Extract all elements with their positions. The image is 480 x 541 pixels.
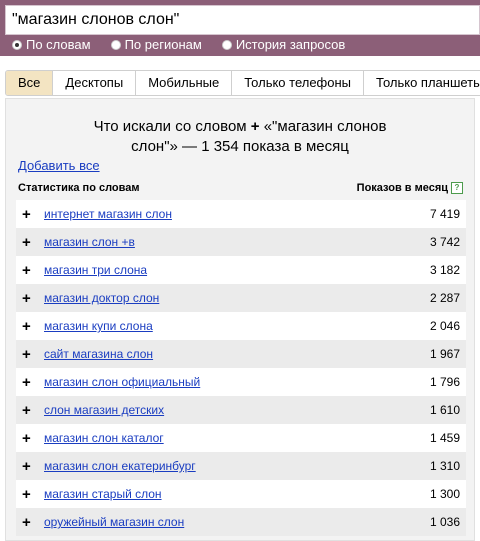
mode-by-words[interactable]: По словам	[12, 37, 91, 52]
tab-mobile[interactable]: Мобильные	[136, 71, 233, 95]
add-plus-icon[interactable]: +	[16, 374, 44, 391]
phrase-link[interactable]: оружейный магазин слон	[44, 515, 400, 529]
impressions-count: 1 967	[429, 347, 460, 361]
impressions-count: 1 036	[429, 515, 460, 529]
phrase-link[interactable]: магазин слон +в	[44, 235, 400, 249]
add-plus-icon[interactable]: +	[16, 234, 44, 251]
impressions-count: 1 796	[429, 375, 460, 389]
heading-query: «"магазин слонов	[263, 118, 387, 135]
impressions-count: 2 287	[429, 291, 460, 305]
phrase-link[interactable]: магазин доктор слон	[44, 291, 400, 305]
add-plus-icon[interactable]: +	[16, 458, 44, 475]
heading-line2: слон"» — 1 354 показа в месяц	[131, 138, 349, 155]
impressions-count: 1 310	[429, 459, 460, 473]
heading-prefix: Что искали со словом	[93, 118, 247, 135]
table-row: + магазин купи слона 2 046	[16, 312, 466, 340]
tab-all[interactable]: Все	[6, 71, 54, 95]
mode-history[interactable]: История запросов	[221, 37, 346, 52]
phrase-link[interactable]: магазин старый слон	[44, 487, 400, 501]
column-header-phrases: Статистика по словам	[18, 182, 140, 194]
add-plus-icon[interactable]: +	[16, 402, 44, 419]
impressions-count: 1 300	[429, 487, 460, 501]
table-row: + магазин слон екатеринбург 1 310	[16, 452, 466, 480]
mode-label: История запросов	[235, 37, 346, 52]
table-row: + магазин слон +в 3 742	[16, 228, 466, 256]
add-plus-icon[interactable]: +	[16, 318, 44, 335]
impressions-count: 1 459	[429, 431, 460, 445]
add-all-link[interactable]: Добавить все	[18, 158, 100, 173]
phrase-link[interactable]: магазин слон екатеринбург	[44, 459, 400, 473]
impressions-count: 1 610	[429, 403, 460, 417]
device-tabs: Все Десктопы Мобильные Только телефоны Т…	[5, 70, 480, 96]
radio-icon[interactable]	[221, 39, 232, 50]
radio-selected-icon[interactable]	[12, 39, 22, 50]
plus-icon: +	[250, 118, 260, 135]
phrase-link[interactable]: магазин слон каталог	[44, 431, 400, 445]
tab-tablets-only[interactable]: Только планшеты	[364, 71, 480, 95]
tab-desktops[interactable]: Десктопы	[53, 71, 137, 95]
table-row: + интернет магазин слон 7 419	[16, 200, 466, 228]
impressions-count: 7 419	[429, 207, 460, 221]
add-plus-icon[interactable]: +	[16, 486, 44, 503]
phrase-link[interactable]: магазин купи слона	[44, 319, 400, 333]
table-row: + магазин доктор слон 2 287	[16, 284, 466, 312]
table-row: + магазин три слона 3 182	[16, 256, 466, 284]
table-row: + слон магазин детских 1 610	[16, 396, 466, 424]
add-plus-icon[interactable]: +	[16, 514, 44, 531]
add-plus-icon[interactable]: +	[16, 346, 44, 363]
table-row: + оружейный магазин слон 1 036	[16, 508, 466, 536]
table-row: + сайт магазина слон 1 967	[16, 340, 466, 368]
tab-phones-only[interactable]: Только телефоны	[232, 71, 365, 95]
add-plus-icon[interactable]: +	[16, 430, 44, 447]
radio-icon[interactable]	[110, 39, 121, 50]
table-row: + магазин слон официальный 1 796	[16, 368, 466, 396]
phrase-link[interactable]: сайт магазина слон	[44, 347, 400, 361]
results-heading: Что искали со словом + «"магазин слонов …	[80, 117, 400, 157]
results-table: + интернет магазин слон 7 419 + магазин слон…	[16, 200, 466, 536]
search-input[interactable]	[6, 6, 479, 34]
phrase-link[interactable]: слон магазин детских	[44, 403, 400, 417]
mode-by-regions[interactable]: По регионам	[110, 37, 202, 52]
impressions-count: 3 742	[429, 235, 460, 249]
table-row: + магазин слон каталог 1 459	[16, 424, 466, 452]
phrase-link[interactable]: магазин три слона	[44, 263, 400, 277]
column-header-impressions: Показов в месяц	[356, 182, 448, 194]
add-plus-icon[interactable]: +	[16, 262, 44, 279]
mode-label: По словам	[26, 37, 91, 52]
impressions-count: 3 182	[429, 263, 460, 277]
top-bar: По словам По регионам История запросов	[0, 0, 480, 56]
phrase-link[interactable]: магазин слон официальный	[44, 375, 400, 389]
impressions-count: 2 046	[429, 319, 460, 333]
mode-label: По регионам	[124, 37, 202, 52]
search-box[interactable]	[5, 5, 480, 35]
table-row: + магазин старый слон 1 300	[16, 480, 466, 508]
mode-switcher: По словам По регионам История запросов	[12, 37, 365, 52]
help-icon[interactable]: ?	[451, 182, 463, 194]
phrase-link[interactable]: интернет магазин слон	[44, 207, 400, 221]
add-plus-icon[interactable]: +	[16, 290, 44, 307]
add-plus-icon[interactable]: +	[16, 206, 44, 223]
